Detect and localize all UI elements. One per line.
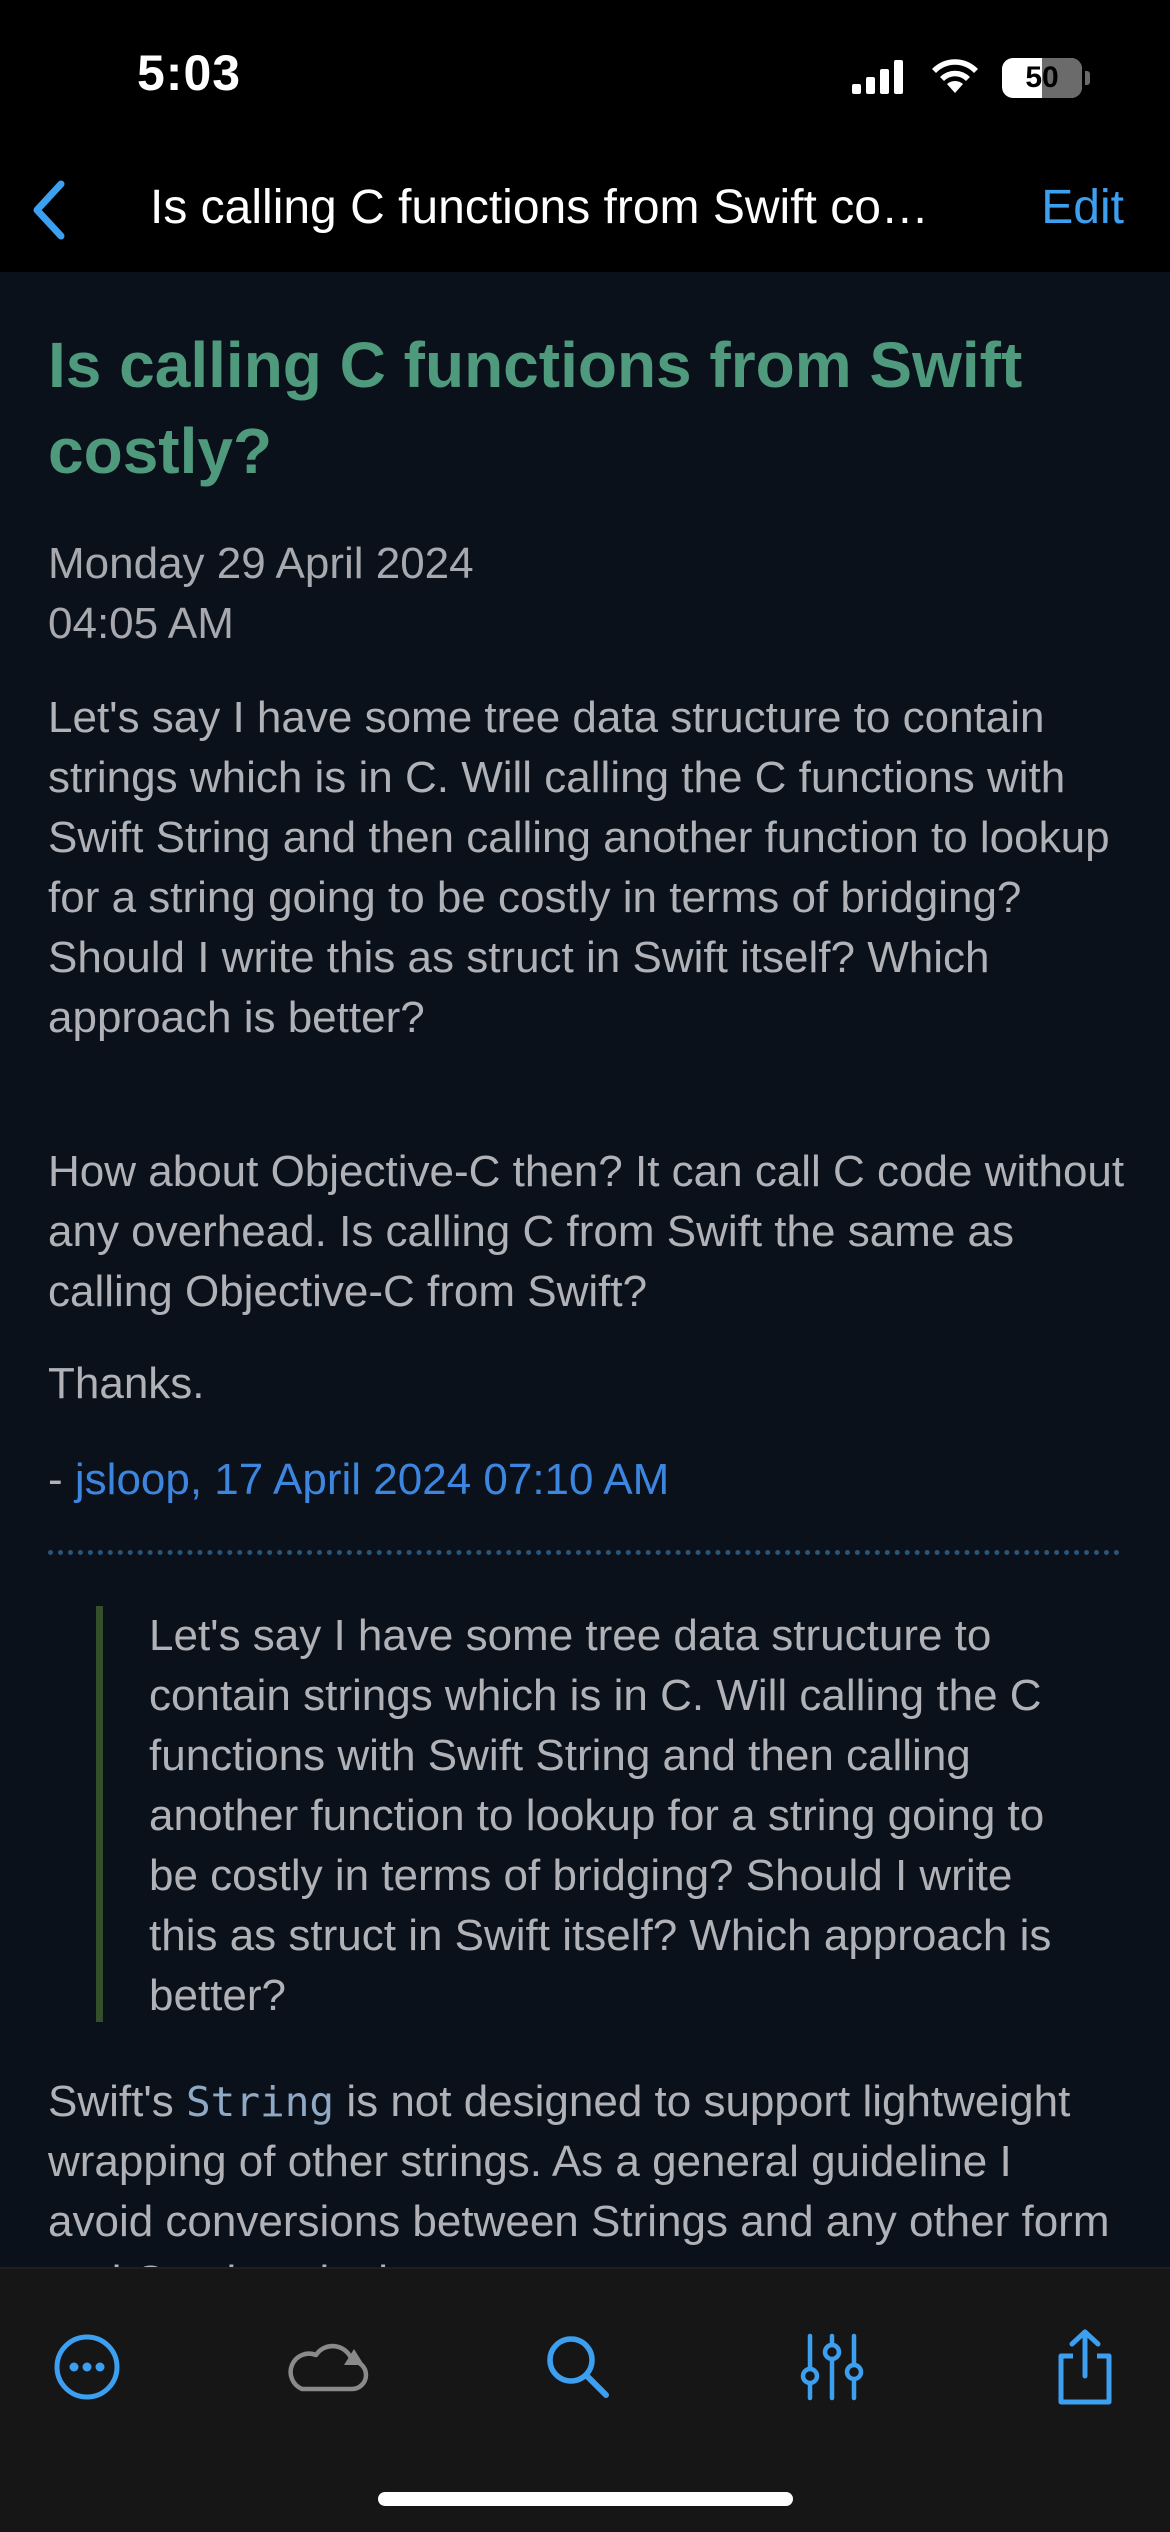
article-date: Monday 29 April 2024 04:05 AM — [48, 534, 474, 654]
question-paragraph-2: How about Objective-C then? It can call … — [48, 1147, 1125, 1316]
home-indicator[interactable] — [378, 2492, 793, 2506]
post-divider — [48, 1550, 1120, 1555]
more-options-icon — [52, 2332, 122, 2407]
article-date-time: 04:05 AM — [48, 599, 234, 648]
article-content[interactable]: Is calling C functions from Swift costly… — [0, 272, 1170, 2267]
search-icon — [543, 2332, 613, 2407]
status-bar: 5:03 50 — [0, 0, 1170, 150]
status-time: 5:03 — [137, 45, 242, 101]
author-link[interactable]: jsloop, 17 April 2024 07:10 AM — [75, 1455, 669, 1504]
signature: - jsloop, 17 April 2024 07:10 AM — [48, 1450, 669, 1510]
navigation-bar: Is calling C functions from Swift co… Ed… — [0, 150, 1170, 272]
wifi-icon — [930, 57, 980, 100]
battery-body: 50 — [1002, 58, 1082, 98]
battery-icon: 50 — [1002, 58, 1090, 98]
more-options-button[interactable] — [42, 2324, 132, 2414]
edit-button[interactable]: Edit — [1041, 180, 1124, 235]
nav-title: Is calling C functions from Swift co… — [150, 181, 929, 234]
question-paragraph-1: Let's say I have some tree data structur… — [48, 693, 1110, 1042]
question-paragraph-3: Thanks. — [48, 1359, 205, 1408]
cloud-sync-icon — [284, 2337, 374, 2402]
status-icons: 50 — [852, 56, 1090, 100]
battery-level: 50 — [1025, 61, 1059, 94]
cloud-sync-button[interactable] — [284, 2324, 374, 2414]
article-title: Is calling C functions from Swift costly… — [48, 329, 1023, 487]
share-icon — [1053, 2328, 1117, 2411]
filter-sliders-icon — [800, 2332, 864, 2407]
screen: 5:03 50 Is calling C functions from Swif… — [0, 0, 1170, 2532]
article-date-day: Monday 29 April 2024 — [48, 539, 474, 588]
chevron-left-icon — [29, 180, 69, 245]
signature-prefix: - — [48, 1455, 75, 1504]
filter-button[interactable] — [787, 2324, 877, 2414]
share-button[interactable] — [1040, 2324, 1130, 2414]
search-button[interactable] — [533, 2324, 623, 2414]
back-button[interactable] — [14, 172, 84, 252]
blockquote: Let's say I have some tree data structur… — [96, 1606, 1086, 2022]
reply-paragraph: Swift's String is not designed to suppor… — [48, 2072, 1128, 2267]
reply-text-start: Swift's — [48, 2077, 186, 2126]
cellular-signal-icon — [852, 58, 908, 99]
blockquote-text: Let's say I have some tree data structur… — [149, 1611, 1052, 2020]
inline-code: String — [185, 2078, 335, 2126]
